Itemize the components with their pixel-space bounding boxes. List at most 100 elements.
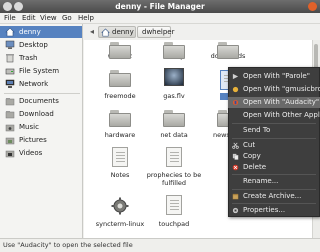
file-item-touchpad[interactable]: touchpad — [146, 195, 202, 229]
sidebar-item-label: Videos — [19, 149, 43, 157]
menu-separator — [232, 174, 316, 175]
menu-bar: File Edit View Go Help — [0, 13, 320, 24]
archive-icon — [232, 193, 239, 200]
menu-item-open-with-parole[interactable]: Open With "Parole" — [228, 71, 320, 82]
gear-icon — [111, 197, 129, 215]
crumb-label: dwhelper — [142, 28, 175, 36]
drive-icon — [5, 68, 15, 75]
file-item-gas-flv[interactable]: gas.flv — [146, 68, 202, 101]
sidebar-item-label: Music — [19, 123, 39, 131]
window-title: denny - File Manager — [115, 2, 205, 11]
file-manager-window: denny - File Manager File Edit View Go H… — [0, 0, 320, 252]
menu-file[interactable]: File — [4, 14, 16, 22]
folder-icon — [5, 98, 15, 106]
music-app-icon — [232, 86, 239, 93]
file-label: Notes — [110, 171, 130, 179]
menu-separator — [232, 123, 316, 124]
menu-item-label: Open With "Parole" — [243, 72, 310, 80]
menu-item-label: Send To — [243, 126, 271, 134]
menu-item-copy[interactable]: Copy — [228, 151, 320, 162]
sidebar-item-home[interactable]: denny — [0, 26, 82, 38]
menu-edit[interactable]: Edit — [22, 14, 36, 22]
menu-item-create-archive[interactable]: Create Archive... — [228, 191, 320, 202]
path-back-arrow-icon[interactable]: ◂ — [90, 27, 94, 36]
folder-icon — [5, 111, 15, 119]
close-button[interactable] — [308, 2, 317, 11]
status-bar: Use "Audacity" to open the selected file — [0, 238, 320, 252]
sidebar-item-desktop[interactable]: Desktop — [0, 39, 82, 51]
sidebar-divider — [4, 93, 80, 94]
file-label: prophecies to be fulfilled — [146, 171, 202, 187]
sidebar-item-documents[interactable]: Documents — [0, 95, 82, 107]
menu-separator — [232, 189, 316, 190]
menu-item-label: Open With "Audacity" — [243, 98, 320, 106]
document-icon — [166, 147, 182, 167]
folder-icon — [163, 42, 185, 59]
menu-go[interactable]: Go — [62, 14, 72, 22]
menu-item-open-with-gmusicbrowser[interactable]: Open With "gmusicbrows — [228, 84, 320, 95]
sidebar-item-label: Trash — [19, 54, 38, 62]
menu-item-label: Create Archive... — [243, 192, 302, 200]
menu-item-label: Open With Other Applicati — [243, 111, 320, 119]
sidebar-item-filesystem[interactable]: File System — [0, 65, 82, 77]
menu-separator — [232, 138, 316, 139]
file-item-freemode[interactable]: freemode — [92, 70, 148, 101]
menu-item-cut[interactable]: Cut — [228, 140, 320, 151]
video-thumbnail-icon — [164, 68, 184, 86]
sidebar-item-videos[interactable]: Videos — [0, 147, 82, 159]
cut-icon — [232, 142, 239, 149]
sidebar-item-pictures[interactable]: Pictures — [0, 134, 82, 146]
menu-item-rename[interactable]: Rename... — [228, 176, 320, 187]
file-label: touchpad — [158, 220, 190, 228]
sidebar-item-label: Desktop — [19, 41, 48, 49]
music-icon — [5, 124, 15, 132]
sidebar-item-trash[interactable]: Trash — [0, 52, 82, 64]
menu-item-send-to[interactable]: Send To — [228, 125, 320, 136]
crumb-denny[interactable]: denny — [98, 26, 136, 38]
menu-item-label: Cut — [243, 141, 256, 149]
menu-help[interactable]: Help — [78, 14, 94, 22]
file-label: syncterm-linux — [95, 220, 145, 228]
folder-icon — [109, 70, 131, 87]
sidebar-item-label: denny — [19, 28, 41, 36]
menu-separator — [232, 203, 316, 204]
sidebar-item-download[interactable]: Download — [0, 108, 82, 120]
file-item-wt2012[interactable]: wt2012 — [92, 42, 148, 61]
menu-item-properties[interactable]: Properties... — [228, 205, 320, 216]
file-label: freemode — [104, 92, 136, 100]
pictures-icon — [5, 137, 15, 145]
crumb-label: denny — [112, 28, 134, 36]
file-label: hardware — [104, 131, 136, 139]
menu-item-open-with-audacity[interactable]: Open With "Audacity" — [228, 97, 320, 108]
menu-item-label: Rename... — [243, 177, 279, 185]
sidebar-item-music[interactable]: Music — [0, 121, 82, 133]
home-icon — [101, 28, 110, 37]
file-label: net data — [160, 131, 188, 139]
file-item-hardware[interactable]: hardware — [92, 110, 148, 140]
file-item-downloads[interactable]: downloads — [200, 42, 256, 61]
file-item-denny[interactable]: denny — [146, 42, 202, 61]
menu-item-delete[interactable]: Delete — [228, 162, 320, 173]
file-item-prophecies[interactable]: prophecies to be fulfilled — [146, 147, 202, 187]
network-icon — [5, 79, 15, 88]
copy-icon — [232, 153, 239, 160]
delete-icon — [232, 164, 239, 171]
crumb-dwhelper[interactable]: dwhelper — [137, 26, 175, 38]
folder-icon — [109, 42, 131, 59]
videos-icon — [5, 150, 15, 158]
title-bar: denny - File Manager — [0, 0, 320, 13]
menu-item-open-with-other[interactable]: Open With Other Applicati — [228, 110, 320, 121]
menu-item-label: Open With "gmusicbrows — [243, 85, 320, 93]
file-item-net-data[interactable]: net data — [146, 110, 202, 140]
file-item-notes[interactable]: Notes — [92, 147, 148, 180]
sidebar-item-label: Documents — [19, 97, 59, 105]
menu-view[interactable]: View — [40, 14, 57, 22]
menu-item-label: Copy — [243, 152, 261, 160]
menu-item-label: Delete — [243, 163, 266, 171]
sidebar-item-label: Pictures — [19, 136, 47, 144]
properties-icon — [232, 207, 239, 214]
document-icon — [166, 195, 182, 215]
file-item-syncterm[interactable]: syncterm-linux — [92, 197, 148, 229]
sidebar-item-network[interactable]: Network — [0, 78, 82, 90]
home-icon — [5, 27, 15, 37]
